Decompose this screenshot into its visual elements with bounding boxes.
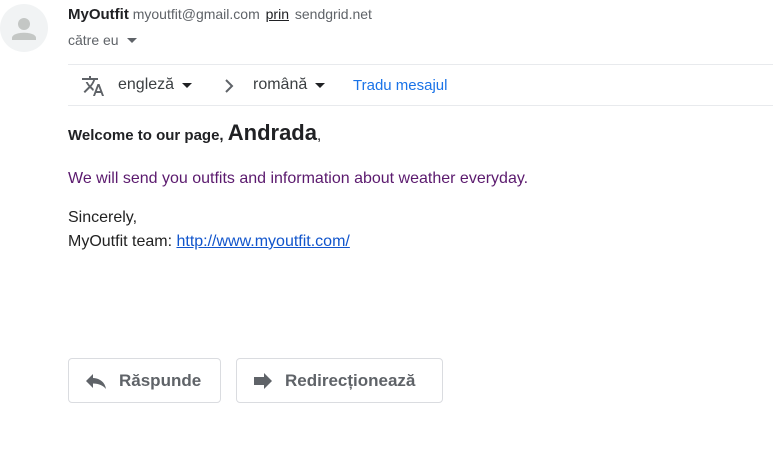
forward-button[interactable]: Redirecționează <box>236 358 443 403</box>
message-body: We will send you outfits and information… <box>68 170 529 187</box>
forward-icon <box>254 372 272 389</box>
sender-avatar[interactable] <box>0 4 48 52</box>
greeting-prefix: Welcome to our page, <box>68 127 228 144</box>
signature-closing: Sincerely, <box>68 209 138 226</box>
recipient-toggle[interactable]: către eu <box>68 32 137 48</box>
sender-name[interactable]: MyOutfit <box>68 6 129 23</box>
caret-down-icon <box>182 82 193 88</box>
reply-icon <box>86 373 106 389</box>
signature-team-line: MyOutfit team: http://www.myoutfit.com/ <box>68 233 350 251</box>
greeting-suffix: , <box>317 127 322 144</box>
greeting-line: Welcome to our page, Andrada, <box>68 120 321 146</box>
reply-label: Răspunde <box>119 370 202 390</box>
translate-message-link[interactable]: Tradu mesajul <box>353 77 447 94</box>
reply-button[interactable]: Răspunde <box>68 358 221 403</box>
website-link[interactable]: http://www.myoutfit.com/ <box>176 233 349 250</box>
via-domain: sendgrid.net <box>294 6 372 22</box>
translate-bar: engleză română Tradu mesajul <box>68 64 773 106</box>
forward-label: Redirecționează <box>285 370 416 390</box>
caret-down-icon <box>126 37 137 43</box>
person-icon <box>12 18 36 40</box>
caret-down-icon <box>315 82 326 88</box>
source-language-label: engleză <box>118 76 175 93</box>
recipient-label: către eu <box>68 32 119 48</box>
sender-line: MyOutfit myoutfit@gmail.com prin sendgri… <box>68 6 372 23</box>
target-language-select[interactable]: română <box>253 76 326 94</box>
signature-team: MyOutfit team: <box>68 233 177 250</box>
source-language-select[interactable]: engleză <box>118 76 193 94</box>
greeting-name: Andrada <box>227 120 317 145</box>
via-label[interactable]: prin <box>266 6 289 22</box>
sender-email: myoutfit@gmail.com <box>132 6 260 22</box>
chevron-right-icon <box>225 79 234 93</box>
translate-icon <box>82 76 104 96</box>
target-language-label: română <box>253 76 308 93</box>
